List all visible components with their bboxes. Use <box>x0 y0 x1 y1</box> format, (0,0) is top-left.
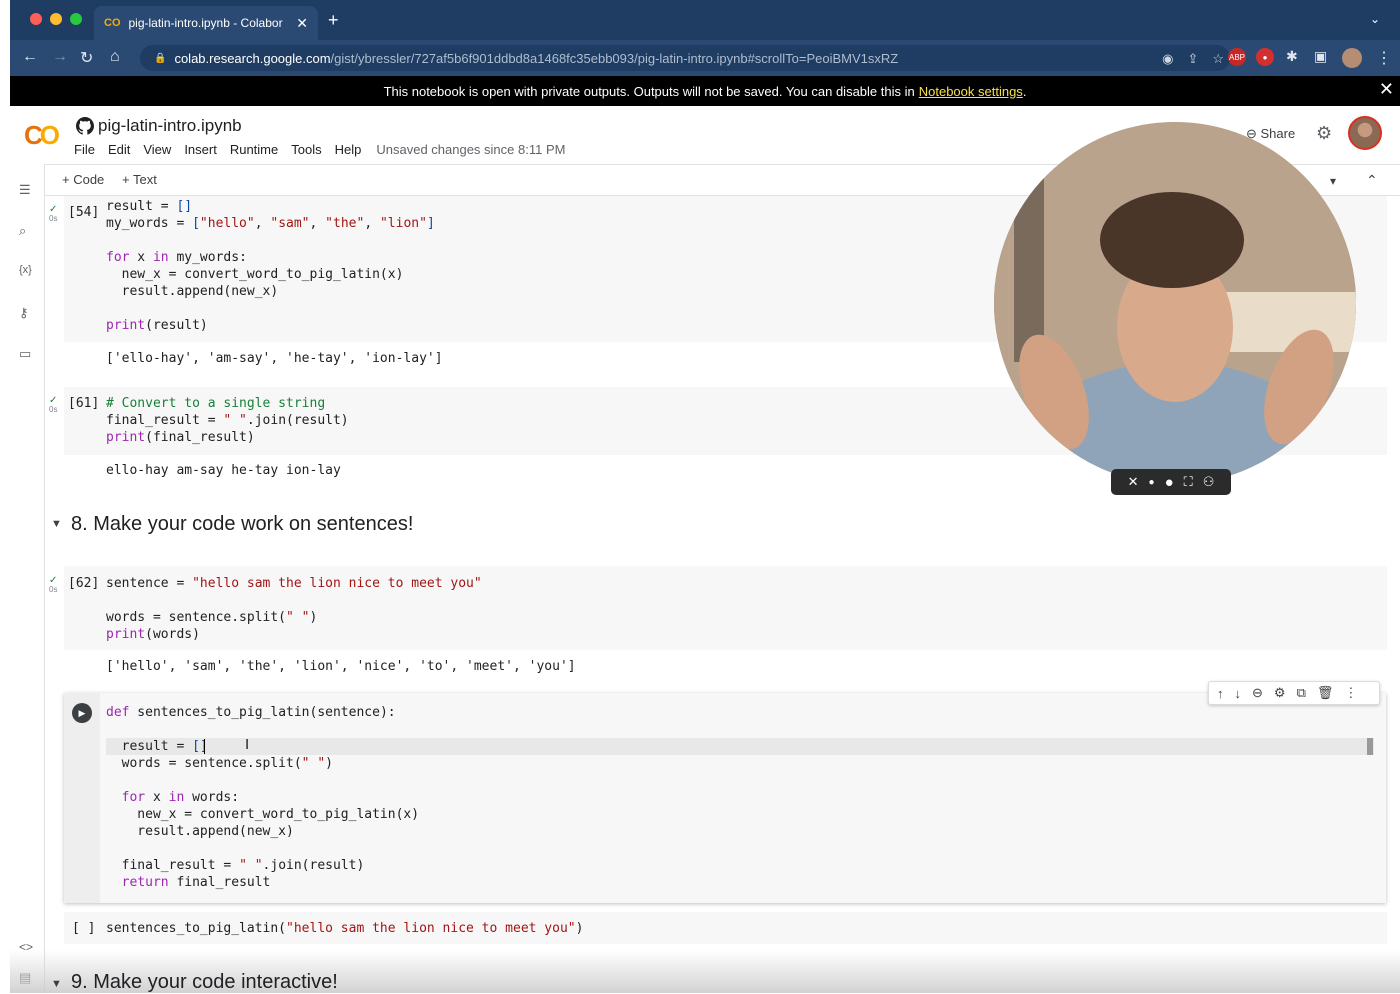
menu-help[interactable]: Help <box>335 142 362 157</box>
section-heading-9: 9. Make your code interactive! <box>71 971 338 993</box>
add-code-cell-button[interactable]: + Code <box>62 172 104 187</box>
delete-cell-icon[interactable]: 🗑 <box>1317 685 1334 701</box>
bookmark-star-icon[interactable]: ☆ <box>1212 51 1224 67</box>
menu-file[interactable]: File <box>74 142 95 157</box>
person-icon[interactable]: ⚇ <box>1203 474 1215 490</box>
extensions-puzzle-icon[interactable]: ✱ <box>1286 48 1298 65</box>
banner-message: This notebook is open with private outpu… <box>383 83 915 99</box>
large-size-icon[interactable]: ● <box>1165 474 1174 491</box>
menu-insert[interactable]: Insert <box>184 142 217 157</box>
close-window-button[interactable] <box>30 13 42 25</box>
collapse-section-9-icon[interactable]: ▼ <box>51 978 62 990</box>
cell-settings-icon[interactable]: ⚙ <box>1274 685 1286 701</box>
recorder-extension-icon[interactable]: ● <box>1256 48 1274 66</box>
cell-61-code[interactable]: # Convert to a single string final_resul… <box>106 395 349 446</box>
left-sidebar: ☰ ⌕ {x} ⚷ ▭ <> ▤ <box>10 164 45 993</box>
reload-icon[interactable]: ↻ <box>80 48 93 68</box>
move-cell-up-icon[interactable]: ↑ <box>1217 686 1224 701</box>
cell-61-status: ✓ 0s <box>49 395 58 415</box>
run-cell-button[interactable]: ▶ <box>72 703 92 723</box>
adblock-extension-icon[interactable]: ABP <box>1228 48 1246 66</box>
cell-61-prompt: [61] <box>68 396 100 411</box>
small-size-icon[interactable]: ● <box>1149 477 1155 488</box>
tab-title: pig-latin-intro.ipynb - Colabor <box>128 16 283 30</box>
lock-icon: 🔒 <box>154 52 167 64</box>
collapse-section-8-icon[interactable]: ▼ <box>51 518 62 530</box>
cell-54-output: ['ello-hay', 'am-say', 'he-tay', 'ion-la… <box>106 351 443 366</box>
close-webcam-icon[interactable]: ✕ <box>1128 474 1139 490</box>
presenter-video <box>994 122 1356 484</box>
browser-menu-icon[interactable]: ⋮ <box>1376 48 1392 68</box>
cell-62-prompt: [62] <box>68 576 100 591</box>
webcam-controls: ✕ ● ● ⛶ ⚇ <box>1111 469 1231 495</box>
back-arrow-icon[interactable]: ← <box>22 48 38 66</box>
webcam-video-bubble[interactable] <box>994 122 1356 484</box>
fullscreen-icon[interactable]: ⛶ <box>1184 474 1193 490</box>
menu-tools[interactable]: Tools <box>291 142 321 157</box>
colab-logo[interactable]: CO <box>24 120 60 151</box>
home-icon[interactable]: ⌂ <box>110 48 120 66</box>
colab-favicon-icon: CO <box>104 17 121 29</box>
cell-toolbar: ↑ ↓ ⊖ ⚙ ⧉ 🗑 ⋮ <box>1208 681 1380 705</box>
search-icon[interactable]: ⌕ <box>19 223 26 239</box>
cell-62-code[interactable]: sentence = "hello sam the lion nice to m… <box>106 575 482 643</box>
menu-bar: File Edit View Insert Runtime Tools Help… <box>74 142 565 157</box>
menu-runtime[interactable]: Runtime <box>230 142 278 157</box>
minimize-window-button[interactable] <box>50 13 62 25</box>
cell-61-output: ello-hay am-say he-tay ion-lay <box>106 463 341 478</box>
editor-scroll-marker[interactable] <box>1367 738 1373 755</box>
menu-view[interactable]: View <box>143 142 171 157</box>
browser-tab[interactable]: CO pig-latin-intro.ipynb - Colabor ✕ <box>94 6 318 40</box>
notebook-title-text: pig-latin-intro.ipynb <box>98 116 242 135</box>
tab-search-chevron-icon[interactable]: ⌄ <box>1370 12 1380 26</box>
menu-edit[interactable]: Edit <box>108 142 130 157</box>
active-cell-code[interactable]: def sentences_to_pig_latin(sentence): re… <box>106 704 419 891</box>
variables-icon[interactable]: {x} <box>19 264 32 276</box>
mirror-cell-icon[interactable]: ⧉ <box>1297 685 1306 701</box>
address-bar[interactable]: 🔒 colab.research.google.com /gist/ybress… <box>140 45 1230 71</box>
secrets-key-icon[interactable]: ⚷ <box>19 305 29 321</box>
close-tab-icon[interactable]: ✕ <box>296 15 308 32</box>
move-cell-down-icon[interactable]: ↓ <box>1235 686 1242 701</box>
cell-54-code[interactable]: result = [] my_words = ["hello", "sam", … <box>106 198 435 334</box>
side-panel-icon[interactable]: ▣ <box>1314 48 1327 65</box>
table-of-contents-icon[interactable]: ☰ <box>19 182 31 198</box>
forward-arrow-icon[interactable]: → <box>52 48 68 66</box>
files-folder-icon[interactable]: ▭ <box>19 346 31 362</box>
ibeam-cursor-icon: I <box>245 736 250 753</box>
tracking-eye-icon[interactable]: ◉ <box>1162 51 1173 67</box>
cell-62-status: ✓ 0s <box>49 575 58 595</box>
cell-link-icon[interactable]: ⊖ <box>1252 685 1263 701</box>
close-banner-icon[interactable]: ✕ <box>1379 79 1394 100</box>
unsaved-status[interactable]: Unsaved changes since 8:11 PM <box>376 142 565 157</box>
text-caret <box>204 739 205 754</box>
notebook-title[interactable]: pig-latin-intro.ipynb <box>76 116 242 136</box>
user-avatar[interactable] <box>1348 116 1382 150</box>
cell-unexecuted-prompt: [ ] <box>72 921 96 936</box>
share-page-icon[interactable]: ⇪ <box>1187 51 1198 67</box>
private-outputs-banner: This notebook is open with private outpu… <box>10 76 1400 106</box>
collapse-header-icon[interactable]: ⌃ <box>1366 172 1378 189</box>
banner-period: . <box>1022 83 1027 99</box>
add-text-cell-button[interactable]: + Text <box>122 172 157 187</box>
url-path: /gist/ybressler/727af5b6f901ddbd8a1468fc… <box>330 50 899 66</box>
settings-gear-icon[interactable]: ⚙ <box>1316 123 1332 144</box>
profile-avatar[interactable] <box>1342 48 1362 68</box>
active-cell-gutter <box>64 693 100 903</box>
section-heading-8: 8. Make your code work on sentences! <box>71 513 414 535</box>
cell-54-prompt: [54] <box>68 205 100 220</box>
more-actions-icon[interactable]: ⋮ <box>1344 685 1357 701</box>
cell-62-output: ['hello', 'sam', 'the', 'lion', 'nice', … <box>106 659 576 674</box>
cell-unexecuted-code[interactable]: sentences_to_pig_latin("hello sam the li… <box>106 920 583 937</box>
maximize-window-button[interactable] <box>70 13 82 25</box>
cell-54-status: ✓ 0s <box>49 204 58 224</box>
runtime-dropdown-icon[interactable]: ▾ <box>1330 174 1336 188</box>
github-icon <box>76 117 94 135</box>
browser-toolbar: ← → ↻ ⌂ 🔒 colab.research.google.com /gis… <box>10 40 1400 76</box>
browser-tab-bar: CO pig-latin-intro.ipynb - Colabor ✕ + ⌄ <box>10 0 1400 40</box>
url-domain: colab.research.google.com <box>174 50 331 66</box>
notebook-settings-link[interactable]: Notebook settings <box>919 84 1023 99</box>
new-tab-icon[interactable]: + <box>328 10 339 31</box>
